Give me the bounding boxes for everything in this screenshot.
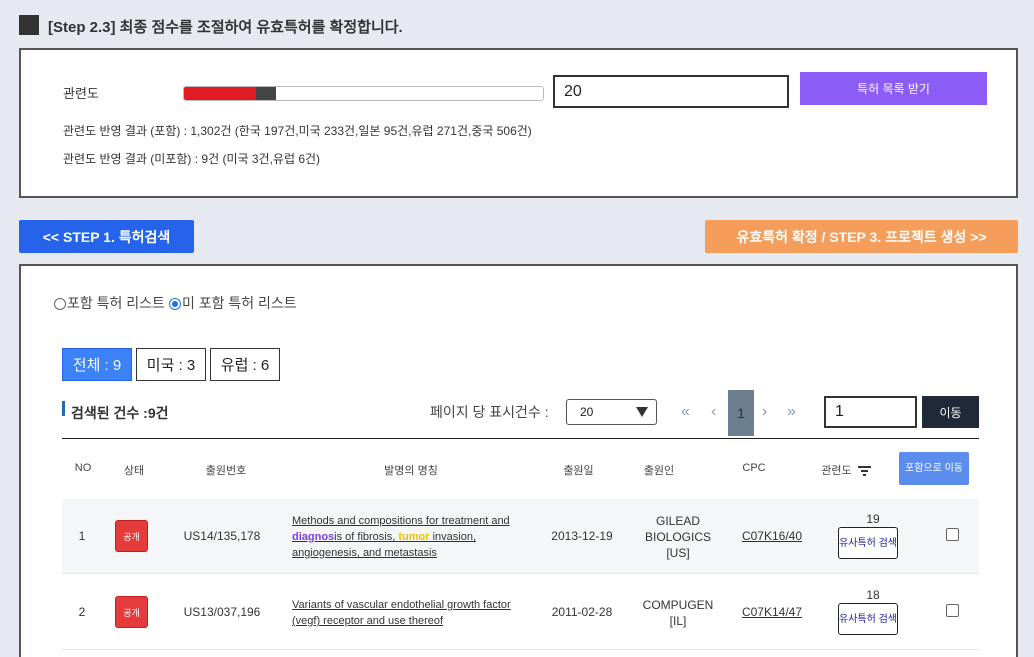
step1-search-button[interactable]: << STEP 1. 특허검색 [19,220,194,253]
col-app-no: 출원번호 [205,465,247,477]
step3-create-project-button[interactable]: 유효특허 확정 / STEP 3. 프로젝트 생성 >> [705,220,1018,253]
slider-fill [184,87,256,100]
move-to-included-button[interactable]: 포함으로 이동 [899,452,969,485]
table-divider [62,438,979,439]
excluded-list-radio[interactable] [168,298,181,310]
col-status: 상태 [123,465,145,477]
applicant: GILEAD BIOLOGICS [US] [642,513,714,561]
applicant: COMPUGEN [IL] [642,597,714,629]
applicant-line: [US] [666,546,690,560]
patent-title-link[interactable]: Methods and compositions for treatment a… [292,513,532,561]
result-excluded-text: 관련도 반영 결과 (미포함) : 9건 (미국 3건,유럽 6건) [63,152,321,166]
excluded-list-label[interactable]: 미 포함 특허 리스트 [182,293,297,313]
per-page-label: 페이지 당 표시건수 : [430,404,549,420]
app-no: US14/135,178 [183,529,261,543]
app-date: 2011-02-28 [551,605,613,619]
chip-eu[interactable]: 유럽 : 6 [210,348,280,381]
result-included-text: 관련도 반영 결과 (포함) : 1,302건 (한국 197건,미국 233건… [63,124,532,138]
relevance-score: 19 [866,512,880,526]
chip-us[interactable]: 미국 : 3 [136,348,206,381]
status-badge: 공개 [115,596,148,628]
col-no: NO [74,462,92,474]
included-list-radio[interactable] [54,298,66,310]
applicant-line: COMPUGEN [642,598,714,612]
result-count: 검색된 건수 :9건 [71,405,169,421]
col-cpc: CPC [742,462,766,474]
col-applicant: 출원인 [643,465,675,477]
slider-thumb[interactable] [256,87,276,100]
applicant-line: BIOLOGICS [644,530,712,544]
similar-patent-search-button[interactable]: 유사특허 검색 [838,603,898,635]
row-no: 2 [78,605,86,619]
first-page-icon[interactable]: « [681,403,690,421]
col-relevance[interactable]: 관련도 [811,462,881,478]
per-page-select[interactable]: 20 [566,399,657,425]
relevance-score: 18 [866,588,880,602]
prev-page-icon[interactable]: ‹ [711,403,716,421]
status-badge: 공개 [115,520,148,552]
cpc-link[interactable]: C07K14/47 [727,605,817,619]
go-button[interactable]: 이동 [922,396,979,428]
patent-list-panel: 포함 특허 리스트 미 포함 특허 리스트 전체 : 9 미국 : 3 유럽 :… [19,264,1018,657]
app-date: 2013-12-19 [551,529,613,543]
relevance-input[interactable] [553,75,789,108]
title-text: Methods and compositions for treatment a… [292,515,510,527]
col-relevance-label: 관련도 [821,465,852,477]
applicant-line: [IL] [669,614,687,628]
section-marker [19,15,39,35]
list-type-radio-group: 포함 특허 리스트 미 포함 특허 리스트 [54,293,297,313]
relevance-panel: 관련도 특허 목록 받기 관련도 반영 결과 (포함) : 1,302건 (한국… [19,48,1018,198]
table-row: 2 공개 US13/037,196 Variants of vascular e… [62,575,979,650]
row-checkbox[interactable] [946,528,959,541]
relevance-label: 관련도 [63,86,99,101]
last-page-icon[interactable]: » [787,403,796,421]
col-title: 발명의 명칭 [384,465,438,477]
included-list-label[interactable]: 포함 특허 리스트 [67,293,165,313]
per-page-value: 20 [580,405,594,419]
highlight-keyword: diagnos [292,531,335,543]
applicant-line: GILEAD [655,514,700,528]
sort-icon[interactable] [857,466,871,477]
page-number-input[interactable] [824,396,917,428]
page-title: [Step 2.3] 최종 점수를 조절하여 유효특허를 확정합니다. [48,19,403,36]
next-page-icon[interactable]: › [762,403,767,421]
relevance-slider[interactable] [183,86,544,101]
cpc-link[interactable]: C07K16/40 [727,529,817,543]
title-text: is of fibrosis, [334,531,399,543]
row-no: 1 [78,529,86,543]
get-patent-list-button[interactable]: 특허 목록 받기 [800,72,987,105]
col-app-date: 출원일 [563,465,594,477]
patent-title-link[interactable]: Variants of vascular endothelial growth … [292,597,532,629]
row-checkbox[interactable] [946,604,959,617]
similar-patent-search-button[interactable]: 유사특허 검색 [838,527,898,559]
caret-down-icon [636,407,648,417]
app-no: US13/037,196 [183,605,261,619]
count-marker [62,401,65,416]
chip-all[interactable]: 전체 : 9 [62,348,132,381]
table-row: 1 공개 US14/135,178 Methods and compositio… [62,499,979,574]
highlight-keyword: tumor [398,531,430,543]
current-page[interactable]: 1 [728,390,754,436]
